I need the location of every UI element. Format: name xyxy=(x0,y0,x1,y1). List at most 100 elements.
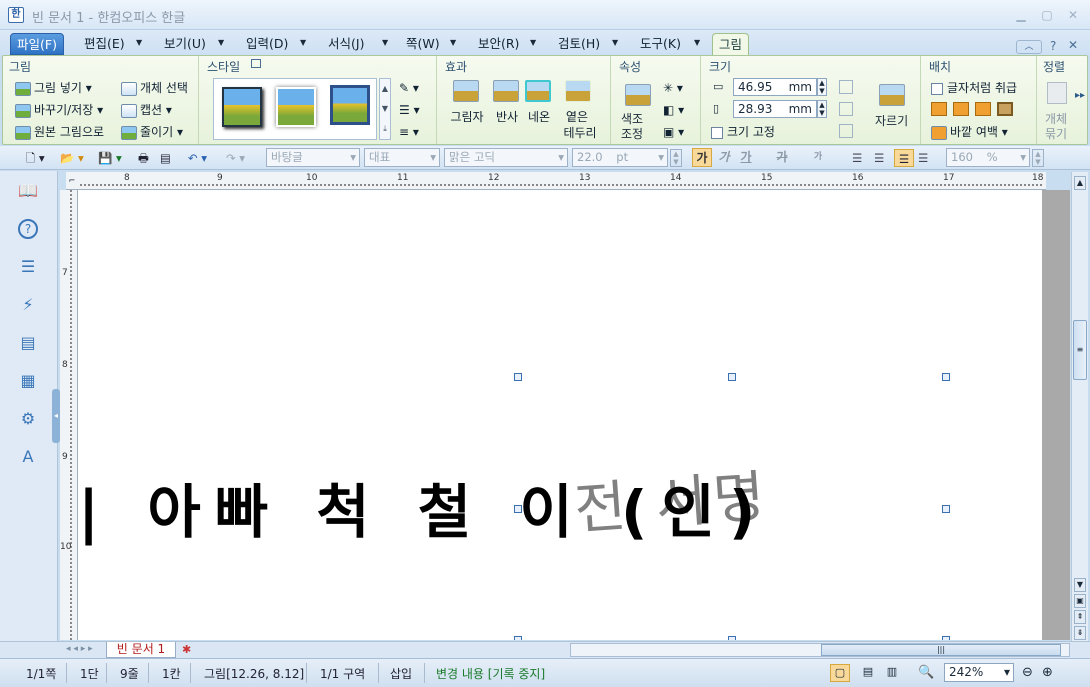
menu-format[interactable]: 서식(J) xyxy=(322,33,370,55)
vertical-scrollbar[interactable]: ▲ ≡ ▼ ▣ ⇞ ⇟ xyxy=(1071,172,1088,642)
chevron-down-icon[interactable]: ▼ xyxy=(530,38,536,47)
new-tab-icon[interactable]: ✱ xyxy=(182,643,191,656)
chevron-down-icon[interactable]: ▼ xyxy=(136,38,142,47)
font-size-stepper[interactable]: ▲ ▼ xyxy=(670,149,682,167)
picture-effect-button[interactable]: ▣ ▾ xyxy=(663,122,684,142)
bold-button[interactable]: 가 xyxy=(692,148,712,167)
scroll-up-icon[interactable]: ▲ xyxy=(1074,176,1086,190)
normal-view-icon[interactable]: ▢ xyxy=(830,664,850,682)
group-objects-icon[interactable] xyxy=(1047,82,1067,104)
menu-insert[interactable]: 입력(D) xyxy=(240,33,294,55)
page-view-icon[interactable]: ▣ xyxy=(1074,594,1086,608)
menu-security[interactable]: 보안(R) xyxy=(472,33,525,55)
print-icon[interactable]: 🖶 xyxy=(138,149,149,167)
next-page-icon[interactable]: ⇟ xyxy=(1074,626,1086,640)
menu-view[interactable]: 보기(U) xyxy=(158,33,212,55)
tab-picture[interactable]: 그림 xyxy=(712,33,750,55)
transparency-button[interactable]: ◧ ▾ xyxy=(663,100,684,120)
insert-picture-button[interactable]: 그림 넣기 ▾ xyxy=(15,78,92,98)
resize-handle[interactable] xyxy=(514,636,522,640)
align-right-icon[interactable]: ☰ xyxy=(918,149,928,167)
document-text[interactable]: | 아빠 척 철 이 (인) xyxy=(78,465,769,549)
chevron-down-icon[interactable]: ▼ xyxy=(612,38,618,47)
crop-button[interactable]: 자르기 xyxy=(875,112,908,129)
line-color-button[interactable]: ✎ ▾ xyxy=(399,78,419,98)
prev-page-icon[interactable]: ⇞ xyxy=(1074,610,1086,624)
expand-icon[interactable] xyxy=(251,59,261,68)
scroll-down-icon[interactable]: ▼ xyxy=(1074,578,1086,592)
align-justify-icon[interactable]: ☰ xyxy=(852,149,862,167)
height-stepper[interactable]: ▲ ▼ xyxy=(817,100,827,118)
zoom-out-icon[interactable]: ⊖ xyxy=(1022,665,1033,680)
help-icon[interactable]: ? xyxy=(1050,39,1056,53)
original-picture-button[interactable]: 원본 그림으로 xyxy=(15,122,104,142)
language-select[interactable]: 대표 ▾ xyxy=(364,148,440,167)
reflect-icon[interactable] xyxy=(493,80,519,102)
width-stepper[interactable]: ▲ ▼ xyxy=(817,78,827,96)
superscript-button[interactable]: 가 xyxy=(808,148,828,167)
page-icon[interactable]: ▤ xyxy=(18,333,38,353)
list-icon[interactable]: ☰ xyxy=(18,257,38,277)
chevron-down-icon[interactable]: ▼ xyxy=(382,38,388,47)
table-icon[interactable]: ▦ xyxy=(18,371,38,391)
resize-handle[interactable] xyxy=(728,373,736,381)
menu-tools[interactable]: 도구(K) xyxy=(634,33,687,55)
document-tab[interactable]: 빈 문서 1 xyxy=(106,642,176,658)
line-spacing-field[interactable]: 160 % ▾ xyxy=(946,148,1030,167)
same-height-icon[interactable] xyxy=(839,102,853,116)
close-doc-icon[interactable]: ✕ xyxy=(1068,38,1078,52)
resize-handle[interactable] xyxy=(942,636,950,640)
resize-handle[interactable] xyxy=(514,373,522,381)
scroll-thumb[interactable]: ≡ xyxy=(1073,320,1087,380)
align-left-icon[interactable]: ☰ xyxy=(874,149,884,167)
crop-icon[interactable] xyxy=(879,84,905,106)
caption-button[interactable]: 캡션 ▾ xyxy=(121,100,172,120)
resize-handle[interactable] xyxy=(728,636,736,640)
lightning-icon[interactable]: ⚡ xyxy=(18,295,38,315)
outer-margin-button[interactable]: 바깥 여백 ▾ xyxy=(931,122,1008,142)
chevron-down-icon[interactable]: ▼ xyxy=(450,38,456,47)
gear-icon[interactable]: ⚙ xyxy=(18,409,38,429)
wrap-behind-icon[interactable] xyxy=(975,102,991,116)
menu-page[interactable]: 쪽(W) xyxy=(400,33,446,55)
tab-stop-icon[interactable]: ⌐ xyxy=(66,172,78,190)
height-field[interactable]: 28.93 mm xyxy=(733,100,817,118)
select-object-button[interactable]: 개체 선택 xyxy=(121,78,188,98)
status-insert-mode[interactable]: 삽입 xyxy=(390,665,412,682)
tab-nav-icon[interactable]: ◂ ◂ ▸ ▸ xyxy=(66,644,93,654)
resize-handle[interactable] xyxy=(514,505,522,513)
treat-as-char-checkbox[interactable]: 글자처럼 취급 xyxy=(931,78,1017,98)
align-center-icon[interactable]: ☰ xyxy=(894,149,914,167)
soft-edge-icon[interactable] xyxy=(565,80,591,102)
menu-file[interactable]: 파일(F) xyxy=(10,33,64,55)
gallery-scroll[interactable]: ▲ ▼ ⤓ xyxy=(379,78,391,140)
style-thumb[interactable] xyxy=(276,87,316,127)
style-thumb[interactable] xyxy=(330,85,370,125)
resize-handle[interactable] xyxy=(942,505,950,513)
strikethrough-button[interactable]: 가 xyxy=(772,148,792,167)
line-spacing-stepper[interactable]: ▲ ▼ xyxy=(1032,149,1044,167)
wrap-front-icon[interactable] xyxy=(997,102,1013,116)
change-save-button[interactable]: 바꾸기/저장 ▾ xyxy=(15,100,103,120)
maximize-icon[interactable]: ▢ xyxy=(1036,6,1058,24)
underline-button[interactable]: 가 xyxy=(736,148,756,167)
wrap-tight-icon[interactable] xyxy=(953,102,969,116)
sidebar-toggle[interactable]: ◂ xyxy=(52,389,60,443)
para-style-select[interactable]: 바탕글 ▾ xyxy=(266,148,360,167)
soft-edge-button[interactable]: 옅은 xyxy=(555,108,599,125)
same-width-icon[interactable] xyxy=(839,80,853,94)
minimize-icon[interactable]: ▁ xyxy=(1010,6,1032,24)
document-page[interactable]: 전 서명 | 아빠 척 철 이 (인) xyxy=(78,190,1042,640)
chevron-down-icon[interactable]: ▼ xyxy=(218,38,224,47)
app-icon[interactable]: 한 xyxy=(8,7,24,23)
text-style-icon[interactable]: A xyxy=(18,447,38,467)
line-width-button[interactable]: ≡ ▾ xyxy=(399,122,419,142)
collapse-ribbon-icon[interactable]: ︿ xyxy=(1016,40,1042,54)
style-thumb[interactable] xyxy=(222,87,262,127)
web-view-icon[interactable]: ▤ xyxy=(858,664,878,682)
color-adjust-icon[interactable] xyxy=(625,84,651,106)
width-field[interactable]: 46.95 mm xyxy=(733,78,817,96)
resize-handle[interactable] xyxy=(942,373,950,381)
font-size-field[interactable]: 22.0 pt ▾ xyxy=(572,148,668,167)
neon-icon[interactable] xyxy=(525,80,551,102)
